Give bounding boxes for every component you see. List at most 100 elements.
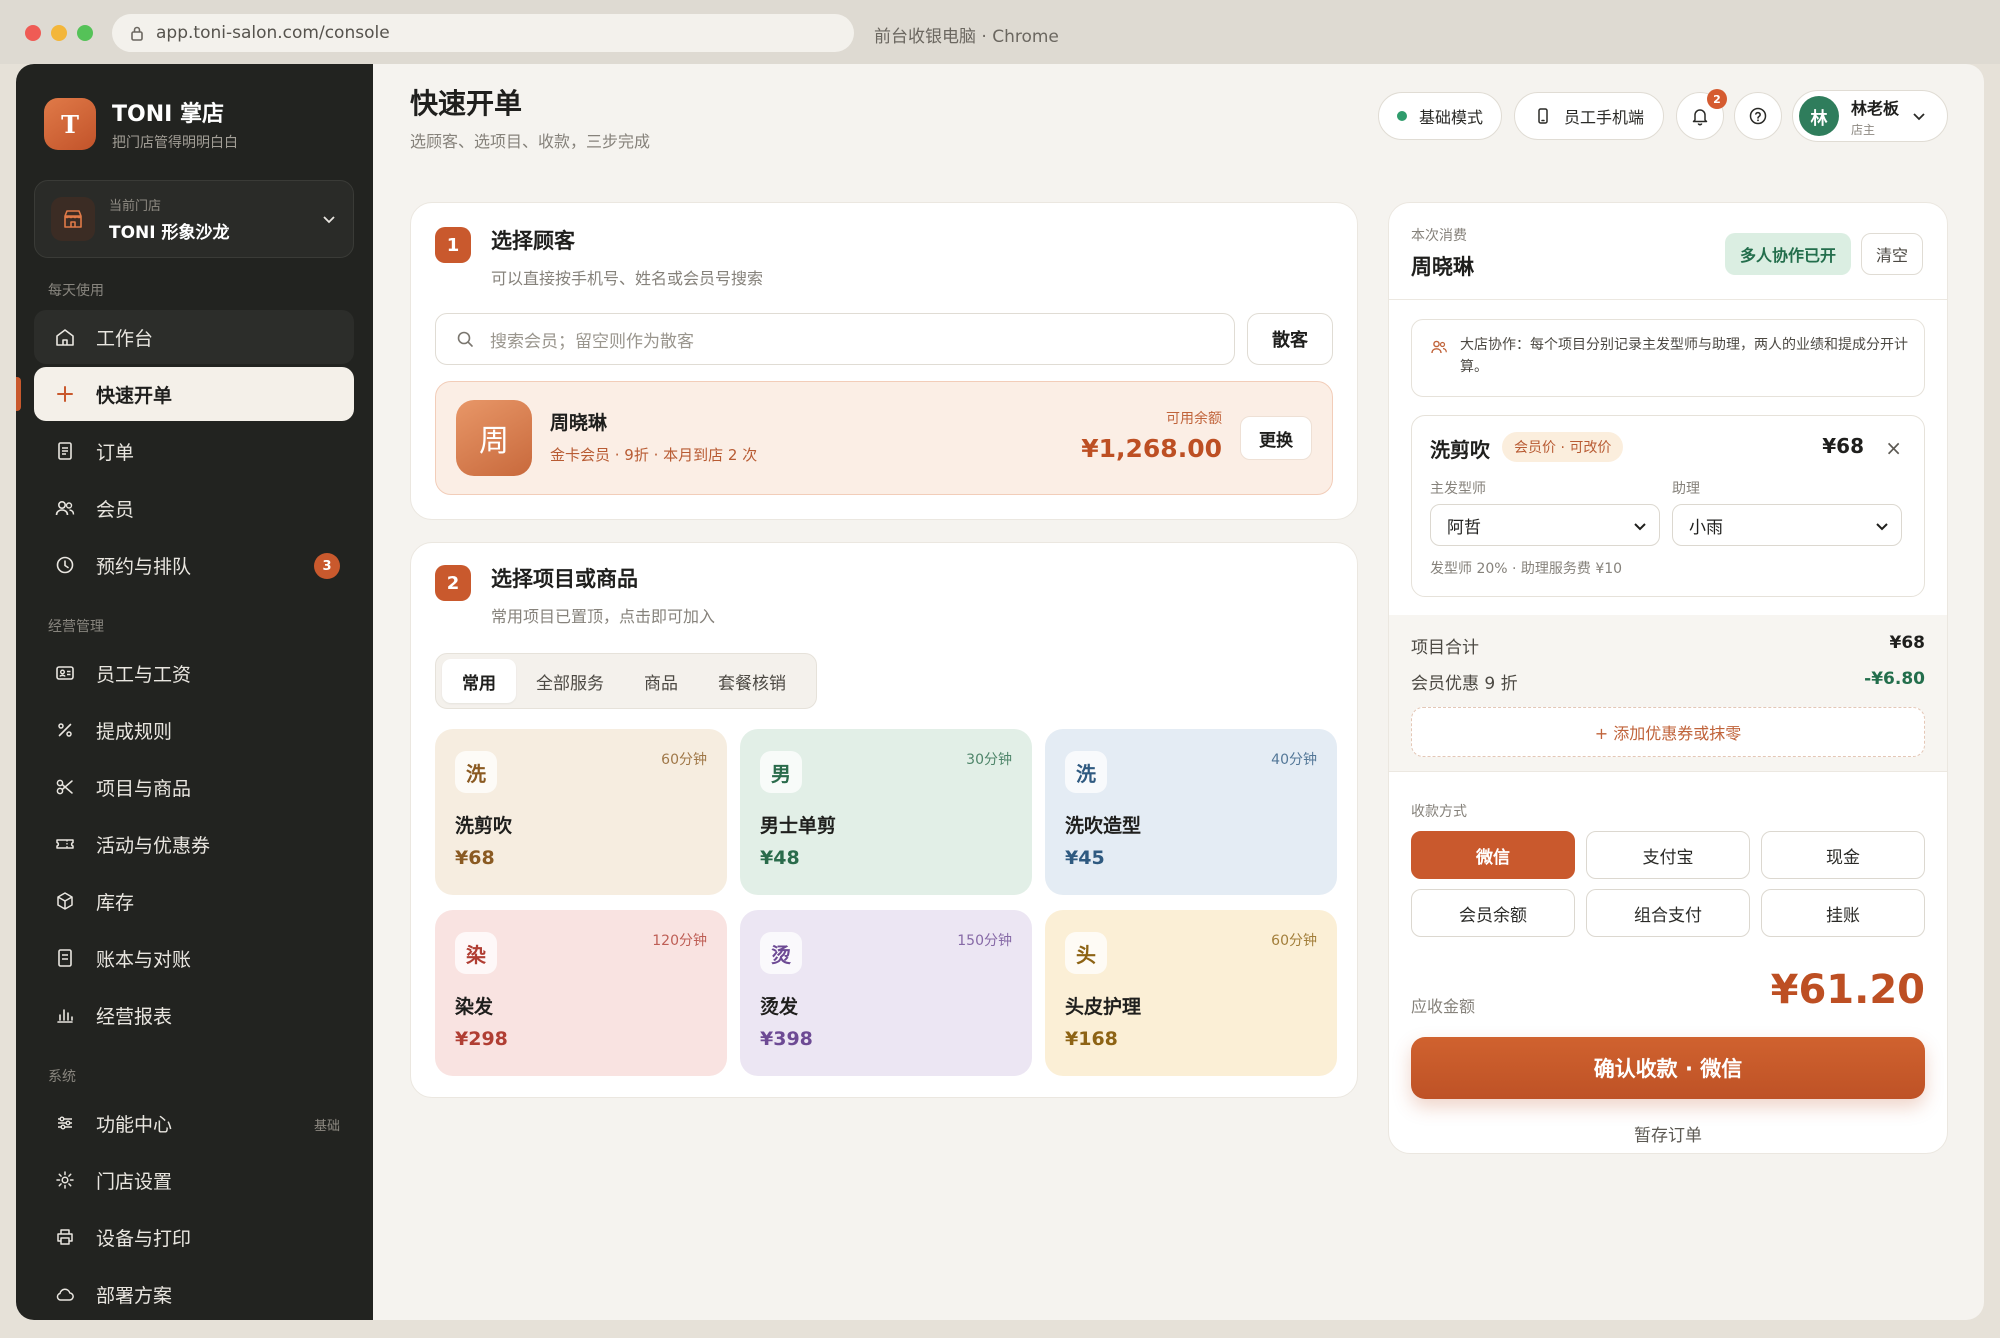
store-switcher[interactable]: 当前门店 TONI 形象沙龙: [34, 180, 354, 258]
subtotal-row: 项目合计 ¥68: [1411, 633, 1925, 658]
walk-in-button[interactable]: 散客: [1247, 313, 1333, 365]
ledger-icon: [50, 943, 80, 973]
appointments-count-badge: 3: [314, 553, 340, 579]
store-label: 当前门店: [109, 199, 162, 214]
tab-frequent[interactable]: 常用: [442, 659, 516, 703]
commission-note: 发型师 20% · 助理服务费 ¥10: [1430, 561, 1623, 577]
pay-cash-button[interactable]: 现金: [1761, 831, 1925, 879]
service-tile[interactable]: 洗 40分钟 洗吹造型 ¥45: [1045, 729, 1337, 895]
pay-combined-button[interactable]: 组合支付: [1586, 889, 1750, 937]
sidebar-item-label: 提成规则: [96, 720, 173, 743]
pay-alipay-button[interactable]: 支付宝: [1586, 831, 1750, 879]
pay-wechat-button[interactable]: 微信: [1411, 831, 1575, 879]
add-coupon-button[interactable]: + 添加优惠券或抹零: [1411, 707, 1925, 757]
price-tag[interactable]: 会员价 · 可改价: [1502, 432, 1624, 462]
sidebar-item-store-settings[interactable]: 门店设置: [34, 1153, 354, 1207]
brand-logo: T: [44, 98, 96, 150]
staff-mobile-button[interactable]: 员工手机端: [1514, 92, 1664, 140]
tab-products[interactable]: 商品: [624, 659, 698, 703]
sidebar-item-orders[interactable]: 订单: [34, 424, 354, 478]
stylist-label: 主发型师: [1430, 481, 1486, 497]
service-name: 男士单剪: [760, 815, 837, 837]
sliders-icon: [50, 1108, 80, 1138]
sidebar-item-reports[interactable]: 经营报表: [34, 988, 354, 1042]
assistant-select[interactable]: 小雨: [1672, 504, 1902, 546]
user-name: 林老板: [1851, 98, 1900, 118]
service-tile[interactable]: 洗 60分钟 洗剪吹 ¥68: [435, 729, 727, 895]
url-text: app.toni-salon.com/console: [156, 23, 390, 43]
service-tile[interactable]: 染 120分钟 染发 ¥298: [435, 910, 727, 1076]
member-search-input[interactable]: 搜索会员；留空则作为散客: [435, 313, 1235, 365]
app-window: T TONI 掌店 把门店管得明明白白 当前门店 TONI 形象沙龙 每天使用 …: [16, 64, 1984, 1320]
pay-on-account-button[interactable]: 挂账: [1761, 889, 1925, 937]
service-name: 洗吹造型: [1065, 815, 1142, 837]
status-dot: [1396, 111, 1407, 121]
mode-toggle-button[interactable]: 基础模式: [1378, 92, 1502, 140]
remove-item-button[interactable]: ×: [1885, 436, 1902, 460]
stylist-select[interactable]: 阿哲: [1430, 504, 1660, 546]
service-icon: 洗: [455, 751, 497, 793]
close-window-button[interactable]: [25, 25, 41, 41]
maximize-window-button[interactable]: [77, 25, 93, 41]
minimize-window-button[interactable]: [51, 25, 67, 41]
order-panel: 本次消费 周晓琳 多人协作已开 清空 大店协作：每个项目分别记录主发型师与助理，…: [1388, 202, 1948, 1154]
sidebar-item-label: 活动与优惠券: [96, 834, 211, 857]
service-tile[interactable]: 头 60分钟 头皮护理 ¥168: [1045, 910, 1337, 1076]
save-draft-button[interactable]: 暂存订单: [1389, 1121, 1947, 1146]
sidebar-item-promotions[interactable]: 活动与优惠券: [34, 817, 354, 871]
sidebar-item-quick-order[interactable]: 快速开单: [16, 367, 354, 421]
customer-card: 1 选择顾客 可以直接按手机号、姓名或会员号搜索 搜索会员；留空则作为散客 散客…: [410, 202, 1358, 520]
sidebar-item-staff[interactable]: 员工与工资: [34, 646, 354, 700]
service-tile[interactable]: 男 30分钟 男士单剪 ¥48: [740, 729, 1032, 895]
sidebar-item-feature-center[interactable]: 功能中心 基础: [34, 1096, 354, 1150]
discount-label: 会员优惠 9 折: [1411, 674, 1518, 694]
pay-member-balance-button[interactable]: 会员余额: [1411, 889, 1575, 937]
confirm-payment-button[interactable]: 确认收款 · 微信: [1411, 1037, 1925, 1099]
service-duration: 40分钟: [1271, 752, 1317, 768]
tab-all-services[interactable]: 全部服务: [516, 659, 624, 703]
sidebar-item-inventory[interactable]: 库存: [34, 874, 354, 928]
users-icon: [1431, 340, 1447, 354]
selected-member: 周 周晓琳 金卡会员 · 9折 · 本月到店 2 次 可用余额 ¥1,268.0…: [435, 381, 1333, 495]
service-name: 烫发: [760, 996, 799, 1018]
receipt-icon: [50, 436, 80, 466]
user-menu[interactable]: 林 林老板 店主: [1792, 90, 1948, 142]
service-tabs: 常用 全部服务 商品 套餐核销: [435, 653, 817, 709]
sidebar-item-dashboard[interactable]: 工作台: [34, 310, 354, 364]
sidebar-item-deployment[interactable]: 部署方案: [34, 1267, 354, 1320]
sidebar-item-members[interactable]: 会员: [34, 481, 354, 535]
brand-name: TONI 掌店: [112, 102, 224, 127]
plus-icon: [50, 379, 80, 409]
service-name: 染发: [455, 996, 494, 1018]
service-name: 洗剪吹: [455, 815, 513, 837]
service-duration: 60分钟: [1271, 933, 1317, 949]
step-subtitle: 可以直接按手机号、姓名或会员号搜索: [491, 269, 764, 288]
brand: T TONI 掌店 把门店管得明明白白: [44, 96, 238, 152]
payment-method-label: 收款方式: [1411, 804, 1467, 820]
notifications-button[interactable]: 2: [1676, 89, 1727, 140]
sidebar-item-label: 工作台: [96, 327, 154, 350]
service-tile[interactable]: 烫 150分钟 烫发 ¥398: [740, 910, 1032, 1076]
member-avatar: 周: [456, 400, 532, 476]
notification-count-badge: 2: [1707, 89, 1727, 109]
service-duration: 150分钟: [957, 933, 1012, 949]
sidebar-item-services-products[interactable]: 项目与商品: [34, 760, 354, 814]
sidebar-item-devices-printing[interactable]: 设备与打印: [34, 1210, 354, 1264]
help-button[interactable]: [1734, 92, 1782, 140]
clear-order-button[interactable]: 清空: [1861, 233, 1923, 275]
service-price: ¥45: [1065, 847, 1105, 869]
tab-packages[interactable]: 套餐核销: [698, 659, 806, 703]
service-duration: 60分钟: [661, 752, 707, 768]
order-label: 本次消费: [1411, 228, 1467, 244]
collaboration-toggle[interactable]: 多人协作已开: [1725, 233, 1851, 275]
address-bar[interactable]: app.toni-salon.com/console: [112, 14, 854, 52]
item-price[interactable]: ¥68: [1822, 434, 1864, 458]
users-icon: [50, 493, 80, 523]
sidebar-item-label: 门店设置: [96, 1170, 173, 1193]
sidebar-item-ledger[interactable]: 账本与对账: [34, 931, 354, 985]
service-price: ¥298: [455, 1028, 508, 1050]
sidebar-item-appointments[interactable]: 预约与排队 3: [34, 538, 354, 592]
sidebar-item-commission[interactable]: 提成规则: [34, 703, 354, 757]
change-member-button[interactable]: 更换: [1240, 416, 1312, 460]
service-price: ¥168: [1065, 1028, 1118, 1050]
